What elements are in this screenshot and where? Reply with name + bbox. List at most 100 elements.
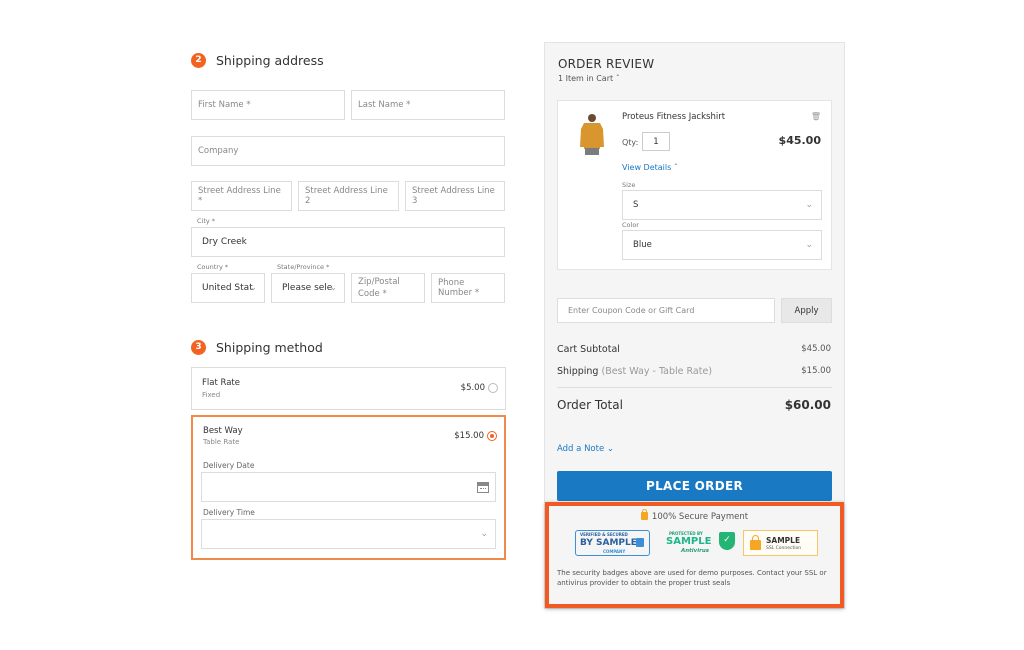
product-image	[580, 114, 604, 155]
radio-button-selected[interactable]	[487, 431, 497, 441]
badge-line3: Antivirus	[681, 548, 710, 554]
badge-line2: SAMPLE	[666, 536, 712, 547]
country-value: United Stat	[202, 283, 253, 293]
items-in-cart-toggle[interactable]: 1 Item in Cart ˆ	[558, 74, 620, 83]
chevron-down-icon: ⌄	[606, 444, 615, 454]
secure-payment-text: 100% Secure Payment	[651, 512, 749, 522]
step-number-badge: 3	[191, 339, 206, 355]
shipping-option-sub: Table Rate	[203, 438, 240, 446]
lock-icon	[636, 538, 644, 547]
qty-label: Qty:	[622, 138, 639, 147]
shipping-option-name: Best Way	[203, 426, 243, 436]
security-disclaimer: The security badges above are used for d…	[557, 569, 827, 587]
view-details-link[interactable]: View Details ˆ	[622, 163, 678, 172]
cart-subtotal-label: Cart Subtotal	[557, 344, 620, 355]
shipping-option-flat-rate[interactable]: Flat Rate Fixed $5.00	[191, 367, 506, 410]
apply-coupon-button[interactable]: Apply	[781, 298, 832, 323]
state-select[interactable]: Please sele ⌄	[271, 273, 345, 303]
add-note-text: Add a Note	[557, 444, 605, 454]
city-value: Dry Creek	[202, 237, 247, 247]
chevron-down-icon: ⌄	[805, 240, 813, 250]
company-placeholder: Company	[198, 146, 239, 156]
city-label: City *	[197, 217, 216, 225]
delivery-time-select[interactable]: ⌄	[201, 519, 496, 549]
size-value: S	[633, 200, 639, 210]
product-price: $45.00	[778, 134, 821, 147]
shield-check-icon: ✓	[719, 532, 735, 550]
first-name-placeholder: First Name *	[198, 100, 251, 110]
zip-placeholder: Zip/Postal Code *	[358, 277, 400, 299]
last-name-placeholder: Last Name *	[358, 100, 411, 110]
shipping-method-header: 3 Shipping method	[191, 337, 323, 357]
first-name-input[interactable]: First Name *	[191, 90, 345, 120]
cart-item: Proteus Fitness Jackshirt 🗑 Qty: 1 $45.0…	[557, 100, 832, 270]
shipping-address-header: 2 Shipping address	[191, 50, 324, 70]
last-name-input[interactable]: Last Name *	[351, 90, 505, 120]
shipping-option-price: $15.00	[454, 431, 484, 441]
calendar-icon[interactable]	[477, 482, 489, 493]
street-line-2-input[interactable]: Street Address Line 2	[298, 181, 399, 211]
delivery-date-label: Delivery Date	[203, 461, 255, 470]
chevron-down-icon: ⌄	[249, 283, 257, 293]
cart-subtotal-value: $45.00	[801, 344, 831, 354]
city-input[interactable]: Dry Creek	[191, 227, 505, 257]
lock-icon	[640, 509, 648, 520]
street-line-1-input[interactable]: Street Address Line *	[191, 181, 292, 211]
color-label: Color	[622, 221, 639, 229]
shipping-label-text: Shipping	[557, 366, 599, 377]
phone-input[interactable]: Phone Number *	[431, 273, 505, 303]
zip-input[interactable]: Zip/Postal Code *	[351, 273, 425, 303]
color-select[interactable]: Blue ⌄	[622, 230, 822, 260]
coupon-input[interactable]: Enter Coupon Code or Gift Card	[557, 298, 775, 323]
step-number-badge: 2	[191, 52, 206, 68]
coupon-placeholder: Enter Coupon Code or Gift Card	[568, 306, 695, 315]
shipping-option-price: $5.00	[460, 383, 485, 393]
street3-placeholder: Street Address Line 3	[412, 186, 495, 206]
chevron-down-icon: ⌄	[329, 283, 337, 293]
state-label: State/Province *	[277, 263, 330, 271]
items-count-text: 1 Item in Cart	[558, 74, 614, 83]
company-input[interactable]: Company	[191, 136, 505, 166]
lock-icon	[750, 535, 761, 550]
badge-line3: SSL Connection	[766, 546, 802, 551]
place-order-button[interactable]: PLACE ORDER	[557, 471, 832, 501]
chevron-down-icon: ⌄	[805, 200, 813, 210]
verified-secured-badge: VERIFIED & SECURED BY SAMPLE COMPANY	[575, 530, 650, 556]
section-title: Shipping address	[216, 52, 324, 68]
antivirus-badge: PROTECTED BY SAMPLE Antivirus ✓	[663, 530, 735, 556]
delivery-time-label: Delivery Time	[203, 508, 255, 517]
product-name: Proteus Fitness Jackshirt	[622, 112, 726, 122]
state-value: Please sele	[282, 283, 333, 293]
summary-divider	[557, 387, 832, 388]
qty-input[interactable]: 1	[642, 132, 670, 151]
order-total-value: $60.00	[784, 398, 831, 412]
street-line-3-input[interactable]: Street Address Line 3	[405, 181, 505, 211]
street1-placeholder: Street Address Line *	[198, 186, 281, 206]
chevron-up-icon: ˆ	[615, 74, 620, 83]
chevron-up-icon: ˆ	[673, 163, 678, 172]
add-note-link[interactable]: Add a Note ⌄	[557, 444, 614, 454]
shipping-value: $15.00	[801, 366, 831, 376]
delivery-date-input[interactable]	[201, 472, 496, 502]
shipping-option-sub: Fixed	[202, 391, 221, 399]
order-review-title: ORDER REVIEW	[558, 57, 655, 71]
view-details-text: View Details	[622, 163, 672, 172]
secure-payment-section: 100% Secure Payment VERIFIED & SECURED B…	[545, 502, 844, 608]
phone-placeholder: Phone Number *	[438, 278, 480, 298]
section-title: Shipping method	[216, 339, 323, 355]
badge-line3: COMPANY	[603, 549, 626, 554]
size-select[interactable]: S ⌄	[622, 190, 822, 220]
country-label: Country *	[197, 263, 229, 271]
shipping-method-detail: (Best Way - Table Rate)	[601, 366, 713, 377]
shipping-option-name: Flat Rate	[202, 378, 240, 388]
country-select[interactable]: United Stat ⌄	[191, 273, 265, 303]
shipping-option-best-way[interactable]: Best Way Table Rate $15.00 Delivery Date…	[191, 415, 506, 560]
radio-button[interactable]	[488, 383, 498, 393]
trash-icon[interactable]: 🗑	[811, 112, 821, 121]
color-value: Blue	[633, 240, 652, 250]
size-label: Size	[622, 181, 636, 189]
street2-placeholder: Street Address Line 2	[305, 186, 388, 206]
badge-line2: BY SAMPLE	[580, 538, 637, 548]
order-total-label: Order Total	[557, 398, 623, 412]
chevron-down-icon: ⌄	[480, 529, 488, 539]
